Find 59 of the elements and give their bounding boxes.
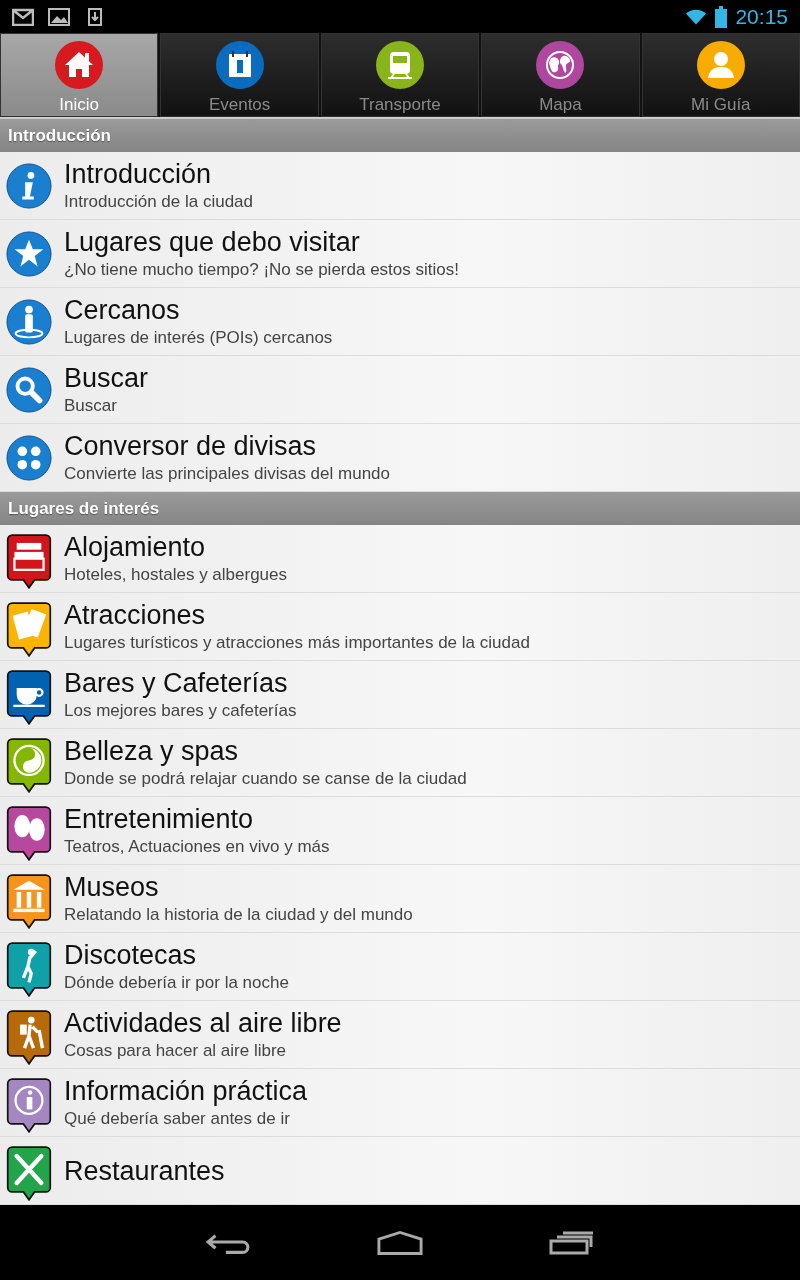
list-item[interactable]: Información práctica Qué debería saber antes de ir [0,1069,800,1137]
item-subtitle: Introducción de la ciudad [64,190,254,213]
item-title: Restaurantes [64,1154,225,1187]
list-item[interactable]: Cercanos Lugares de interés (POIs) cercanos [0,288,800,356]
search-icon [6,366,52,413]
clock-time: 20:15 [735,4,788,29]
image-icon [48,7,70,26]
item-subtitle: Convierte las principales divisas del mundo [64,462,390,485]
item-subtitle: Dónde debería ir por la noche [64,971,289,994]
item-title: Información práctica [64,1074,308,1107]
list-item[interactable]: Alojamiento Hoteles, hostales y albergues [0,525,800,593]
item-title: Lugares que debo visitar [64,225,361,258]
battery-icon [715,5,728,28]
info-icon [6,162,52,209]
item-subtitle: ¿No tiene mucho tiempo? ¡No se pierda estos sitios! [64,258,459,281]
item-subtitle: Los mejores bares y cafeterías [64,699,297,722]
list-item[interactable]: Introducción Introducción de la ciudad [0,152,800,220]
item-subtitle: Teatros, Actuaciones en vivo y más [64,835,330,858]
item-title: Belleza y spas [64,734,240,767]
item-subtitle: Relatando la historia de la ciudad y del mundo [64,903,413,926]
home-icon[interactable] [377,1229,423,1256]
mail-icon [12,7,34,26]
list-item[interactable]: Bares y Cafeterías Los mejores bares y cafeterías [0,661,800,729]
tab[interactable]: Mapa [481,33,640,117]
item-subtitle: Qué debería saber antes de ir [64,1107,291,1130]
item-title: Introducción [64,157,213,190]
item-title: Cercanos [64,293,181,326]
item-subtitle: Hoteles, hostales y albergues [64,563,288,586]
list-item[interactable]: Conversor de divisas Convierte las principales divisas del mundo [0,424,800,492]
section-header: Introducción [0,119,800,152]
list-item[interactable]: Atracciones Lugares turísticos y atracciones más importantes de la ciudad [0,593,800,661]
item-title: Actividades al aire libre [64,1006,342,1039]
recents-icon[interactable] [549,1229,595,1256]
list-item[interactable]: Actividades al aire libre Cosas para hacer al aire libre [0,1001,800,1069]
list-item[interactable]: Entretenimiento Teatros, Actuaciones en vivo y más [0,797,800,865]
item-title: Museos [64,870,160,903]
item-title: Alojamiento [64,530,207,563]
item-subtitle: Lugares turísticos y atracciones más importantes de la ciudad [64,631,530,654]
item-title: Bares y Cafeterías [64,666,289,699]
item-title: Atracciones [64,598,207,631]
item-title: Conversor de divisas [64,429,318,462]
item-subtitle: Donde se podrá relajar cuando se canse de la ciudad [64,767,467,790]
item-title: Discotecas [64,938,198,971]
item-title: Buscar [64,361,149,394]
tab[interactable]: Eventos [160,33,319,117]
list-item[interactable]: Restaurantes [0,1137,800,1205]
tab[interactable]: Mi Guía [641,33,800,117]
item-subtitle: Lugares de interés (POIs) cercanos [64,326,333,349]
list-item[interactable]: Discotecas Dónde debería ir por la noche [0,933,800,1001]
list-item[interactable]: Lugares que debo visitar ¿No tiene mucho tiempo? ¡No se pierda estos sitios! [0,220,800,288]
item-subtitle: Cosas para hacer al aire libre [64,1039,288,1062]
item-subtitle: Buscar [64,394,118,417]
section-header: Lugares de interés [0,492,800,525]
item-title: Entretenimiento [64,802,255,835]
list-item[interactable]: Buscar Buscar [0,356,800,424]
wifi-icon [685,7,708,26]
tab[interactable]: Transporte [320,33,480,117]
list-item[interactable]: Museos Relatando la historia de la ciudad y del mundo [0,865,800,933]
list-item[interactable]: Belleza y spas Donde se podrá relajar cuando se canse de la ciudad [0,729,800,797]
